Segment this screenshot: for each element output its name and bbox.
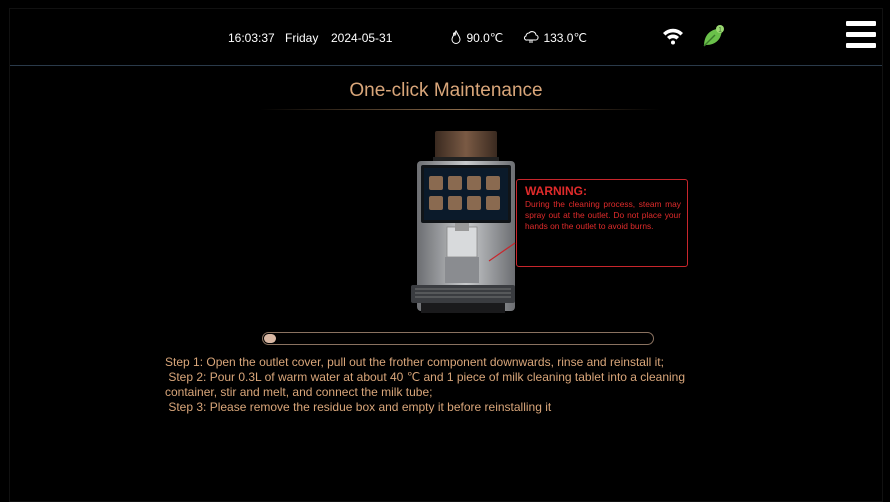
steam-temp-value: 133.0℃ xyxy=(543,31,587,45)
coffee-machine-illustration xyxy=(411,131,516,313)
maintenance-progress-bar xyxy=(262,332,654,345)
step-line: Step 2: Pour 0.3L of warm water at about… xyxy=(165,370,686,384)
clock-time: 16:03:37 xyxy=(228,31,275,45)
title-divider xyxy=(260,109,660,110)
water-drop-icon xyxy=(451,29,461,44)
water-temp-readout: 90.0℃ xyxy=(450,29,503,47)
menu-button[interactable] xyxy=(846,21,876,51)
clock-date: 2024-05-31 xyxy=(331,31,393,45)
water-temp-value: 90.0℃ xyxy=(466,31,504,45)
steam-temp-readout: 133.0℃ xyxy=(523,29,587,47)
warning-callout: WARNING: During the cleaning process, st… xyxy=(516,179,688,267)
steam-icon xyxy=(524,31,539,43)
step-line: Step 3: Please remove the residue box an… xyxy=(165,400,552,414)
screen: 16:03:37 Friday 2024-05-31 90.0℃ 133.0℃ xyxy=(9,8,883,502)
status-bar: 16:03:37 Friday 2024-05-31 90.0℃ 133.0℃ xyxy=(10,9,882,66)
progress-fill xyxy=(264,334,276,343)
step-line: container, stir and melt, and connect th… xyxy=(165,385,433,399)
warning-heading: WARNING: xyxy=(525,184,587,198)
step-line: Step 1: Open the outlet cover, pull out … xyxy=(165,355,664,369)
menu-icon xyxy=(846,21,876,26)
clock-day: Friday xyxy=(285,31,319,45)
instructions: Step 1: Open the outlet cover, pull out … xyxy=(165,355,765,415)
wifi-icon xyxy=(663,28,683,45)
warning-text: During the cleaning process, steam may s… xyxy=(525,199,681,231)
page-title: One-click Maintenance xyxy=(349,80,543,101)
eco-mode-indicator[interactable]: 1 xyxy=(700,23,726,54)
leaf-icon: 1 xyxy=(703,25,724,47)
